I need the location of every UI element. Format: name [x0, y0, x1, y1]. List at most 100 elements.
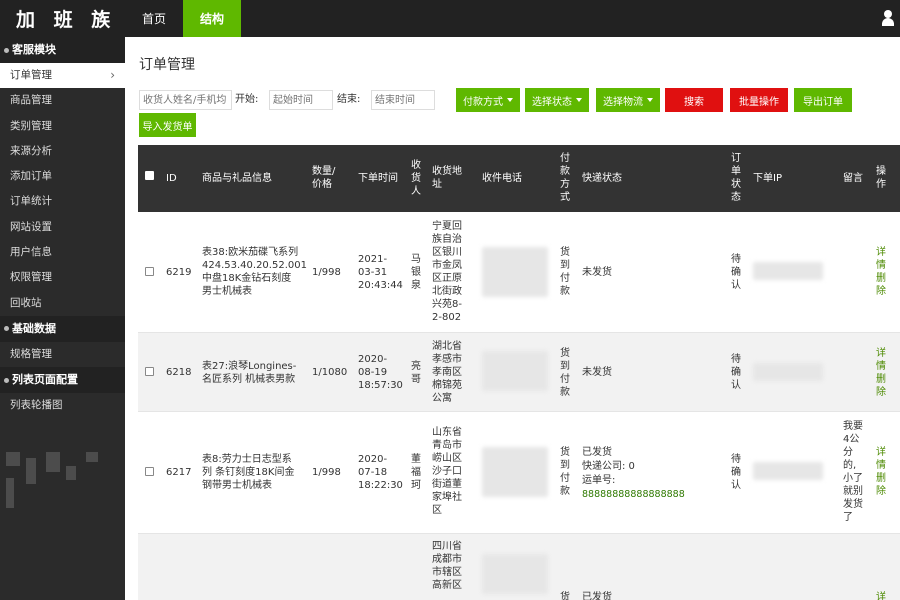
- row-checkbox[interactable]: [145, 367, 154, 376]
- order-id: 6219: [166, 267, 192, 278]
- topnav-home[interactable]: 首页: [125, 0, 183, 37]
- table-row: 6218 表27:浪琴Longines- 名匠系列 机械表男款 1/1080 2…: [138, 333, 900, 412]
- blurred-ip: [753, 462, 823, 480]
- sidebar-item-label: 订单管理: [10, 69, 52, 81]
- batch-action-button[interactable]: 批量操作: [730, 88, 788, 112]
- search-input[interactable]: [139, 90, 232, 110]
- row-checkbox[interactable]: [145, 267, 154, 276]
- col-product: 商品与礼品信息: [202, 173, 272, 184]
- sidebar: 客服模块 订单管理 › 商品管理 类别管理 来源分析 添加订单 订单统计 网站设置…: [0, 37, 125, 600]
- page-title: 订单管理: [139, 57, 195, 73]
- start-label: 开始:: [235, 94, 259, 105]
- row-checkbox[interactable]: [145, 467, 154, 476]
- dropdown-label: 选择状态: [532, 96, 572, 108]
- bullet-icon: [4, 377, 9, 383]
- start-time-input[interactable]: [269, 90, 333, 110]
- import-shipment-button[interactable]: 导入发货单: [139, 113, 196, 137]
- customer-note: 我要 4公 分 的, 小了 就别 发货 了: [843, 421, 863, 523]
- detail-link[interactable]: 详 情: [876, 446, 886, 472]
- sidebar-item-permissions[interactable]: 权限管理: [0, 265, 125, 290]
- tracking-number: 88888888888888888: [582, 489, 685, 500]
- express-status: 已发货: [582, 592, 612, 600]
- sidebar-item-order-stats[interactable]: 订单统计: [0, 189, 125, 214]
- order-status: 待 确 认: [731, 354, 741, 391]
- status-dropdown[interactable]: 选择状态: [525, 88, 589, 112]
- pay-method: 货 到 付 款: [560, 447, 570, 497]
- search-button[interactable]: 搜索: [665, 88, 723, 112]
- table-row: 6219 表38:欧米茄碟飞系列 424.53.40.20.52.001 中盘1…: [138, 212, 900, 333]
- sidebar-group-label: 客服模块: [12, 43, 56, 56]
- pay-method: 货 到 付 款: [560, 247, 570, 297]
- detail-link[interactable]: 详: [876, 591, 886, 600]
- col-pay-method: 付 款 方 式: [560, 153, 570, 203]
- top-bar: 加 班 族 首页 结构: [0, 0, 900, 37]
- shipping-address: 湖北省 孝感市 孝南区 棉锦苑 公寓: [432, 341, 462, 404]
- sidebar-group-basic-data[interactable]: 基础数据: [0, 315, 125, 342]
- product-info: 表27:浪琴Longines- 名匠系列 机械表男款: [202, 361, 297, 385]
- table-row: 6217 表8:劳力士日志型系 列 条钉刻度18K间金 钢带男士机械表 1/99…: [138, 412, 900, 534]
- bullet-icon: [4, 326, 9, 332]
- blurred-phone: [482, 447, 548, 497]
- chevron-right-icon: ›: [110, 68, 115, 82]
- product-info: 表8:劳力士日志型系 列 条钉刻度18K间金 钢带男士机械表: [202, 454, 295, 491]
- sidebar-group-label: 基础数据: [12, 321, 56, 335]
- caret-down-icon: [507, 98, 513, 102]
- logistics-dropdown[interactable]: 选择物流: [596, 88, 660, 112]
- order-id: 6217: [166, 467, 192, 478]
- col-phone: 收件电话: [482, 173, 522, 184]
- sidebar-item-source-analysis[interactable]: 来源分析: [0, 139, 125, 164]
- col-id: ID: [166, 173, 177, 184]
- sidebar-item-add-order[interactable]: 添加订单: [0, 164, 125, 189]
- col-note: 留言: [843, 173, 863, 184]
- shipping-address: 山东省 青岛市 崂山区 沙子口 街道董 家埠社 区: [432, 427, 462, 516]
- order-time: 2020- 07-18 18:22:30: [358, 454, 403, 491]
- top-nav: 首页 结构: [125, 0, 241, 37]
- col-express-status: 快递状态: [582, 173, 622, 184]
- pay-method: 货: [560, 592, 570, 600]
- col-address: 收货地 址: [432, 166, 462, 190]
- blurred-ip: [753, 262, 823, 280]
- end-label: 结束:: [337, 94, 361, 105]
- topnav-structure[interactable]: 结构: [183, 0, 241, 37]
- col-operation: 操 作: [876, 166, 886, 190]
- order-id: 6218: [166, 367, 192, 378]
- sidebar-group-list-config[interactable]: 列表页面配置: [0, 367, 125, 394]
- end-time-input[interactable]: [371, 90, 435, 110]
- sidebar-item-recycle-bin[interactable]: 回收站: [0, 291, 125, 316]
- detail-link[interactable]: 详 情: [876, 347, 886, 373]
- blurred-phone: [482, 351, 548, 391]
- tracking-label: 运单号:: [582, 475, 616, 486]
- sidebar-item-categories[interactable]: 类别管理: [0, 114, 125, 139]
- express-status: 已发货: [582, 447, 612, 458]
- sidebar-group-label: 列表页面配置: [12, 373, 78, 387]
- qty-price: 1/1080: [312, 367, 348, 378]
- express-status: 未发货: [582, 367, 612, 378]
- sidebar-item-specs[interactable]: 规格管理: [0, 342, 125, 367]
- blurred-phone: [482, 554, 548, 594]
- pay-method-dropdown[interactable]: 付款方式: [456, 88, 520, 112]
- order-status: 待 确 认: [731, 254, 741, 291]
- caret-down-icon: [647, 98, 653, 102]
- sidebar-item-site-settings[interactable]: 网站设置: [0, 215, 125, 240]
- product-info: 表38:欧米茄碟飞系列 424.53.40.20.52.001 中盘18K金钻石…: [202, 247, 307, 297]
- qty-price: 1/998: [312, 267, 341, 278]
- col-qty-price: 数量/ 价格: [312, 166, 336, 190]
- main-content: 订单管理 开始: 结束: 付款方式 选择状态 选择物流 搜索 批量操作 导出订单…: [125, 37, 900, 600]
- blurred-region: [6, 452, 116, 532]
- detail-link[interactable]: 详 情: [876, 246, 886, 272]
- sidebar-group-service[interactable]: 客服模块: [0, 37, 125, 63]
- delete-link[interactable]: 删 除: [876, 373, 886, 399]
- sidebar-item-products[interactable]: 商品管理: [0, 88, 125, 113]
- sidebar-item-orders[interactable]: 订单管理 ›: [0, 63, 125, 89]
- sidebar-item-carousel[interactable]: 列表轮播图: [0, 393, 125, 418]
- user-icon[interactable]: [882, 10, 894, 26]
- sidebar-item-user-info[interactable]: 用户信息: [0, 240, 125, 265]
- delete-link[interactable]: 删 除: [876, 272, 886, 298]
- shipping-address: 四川省 成都市 市辖区 高新区: [432, 541, 462, 591]
- delete-link[interactable]: 删 除: [876, 472, 886, 498]
- col-order-time: 下单时间: [358, 173, 398, 184]
- select-all-checkbox[interactable]: [145, 171, 154, 180]
- caret-down-icon: [576, 98, 582, 102]
- export-orders-button[interactable]: 导出订单: [794, 88, 852, 112]
- shipping-address: 宁夏回 族自治 区银川 市金凤 区正原 北街政 兴苑8- 2-802: [432, 221, 462, 323]
